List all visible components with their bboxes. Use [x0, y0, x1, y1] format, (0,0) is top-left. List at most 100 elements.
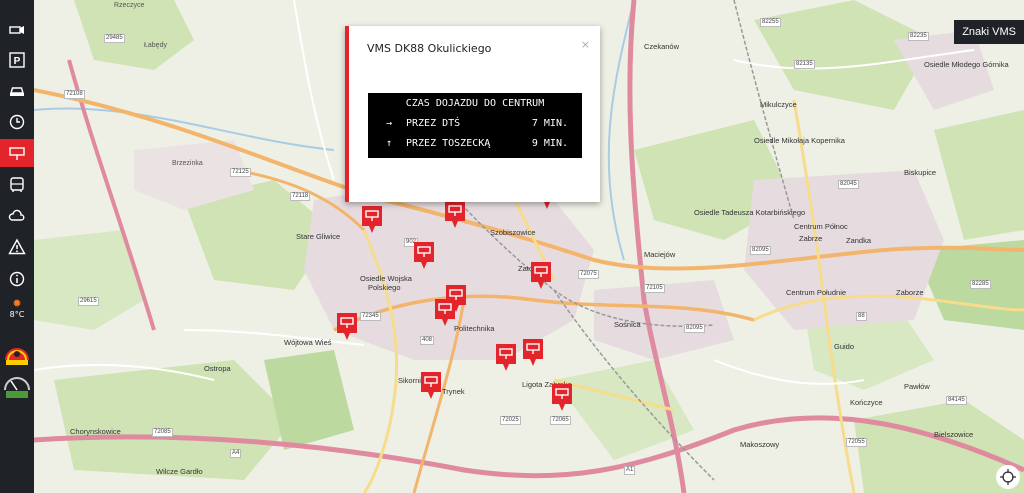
road-number: 72085	[152, 428, 173, 437]
road-number: 72065	[550, 416, 571, 425]
popup-title: VMS DK88 Okulickiego	[367, 42, 492, 55]
place-label: Makoszowy	[740, 440, 780, 449]
road-number: 82135	[794, 60, 815, 69]
vms-popup: VMS DK88 Okulickiego × CZAS DOJAZDU DO C…	[345, 26, 600, 202]
place-label: Polskiego	[368, 283, 401, 292]
place-label: Maciejów	[644, 250, 676, 259]
road-number: 29485	[104, 34, 125, 43]
camera-icon	[9, 26, 24, 34]
vms-marker[interactable]	[552, 384, 572, 412]
place-label: Sośnica	[614, 320, 641, 329]
warning-icon	[8, 238, 26, 255]
traffic-button[interactable]	[0, 77, 34, 105]
place-label: Bielszowice	[934, 430, 974, 439]
place-label: Centrum Północ	[794, 222, 848, 231]
vms-marker[interactable]	[421, 372, 441, 400]
road-number: 82235	[908, 32, 929, 41]
temperature: 8°C	[9, 310, 25, 319]
vms-header: CZAS DOJAZDU DO CENTRUM	[405, 98, 545, 109]
weather-icon	[8, 209, 25, 221]
vms-route: PRZEZ TOSZECKĄ	[406, 138, 491, 149]
svg-text:P: P	[14, 56, 21, 67]
road-number: 72345	[360, 312, 381, 321]
road-number: 88	[856, 312, 867, 321]
traffic-gauge-icon[interactable]	[3, 372, 31, 400]
road-number: 84145	[946, 396, 967, 405]
road-number: 408	[420, 336, 435, 345]
road-number: A1	[624, 466, 636, 475]
vms-board-display: CZAS DOJAZDU DO CENTRUM → PRZEZ DTŚ 7 MI…	[368, 93, 582, 158]
air-quality-gauge-icon[interactable]	[3, 340, 31, 368]
arrow-right-icon: →	[386, 118, 393, 129]
road-number: 72118	[290, 192, 311, 201]
road-number: A4	[230, 449, 242, 458]
vms-marker[interactable]	[337, 313, 357, 341]
sidebar: P ✹ 8°C	[0, 0, 34, 493]
road-number: 82285	[970, 280, 991, 289]
place-label: Łabędy	[144, 42, 167, 49]
road-number: 72025	[500, 416, 521, 425]
place-label: Stare Gliwice	[296, 232, 341, 241]
road-number: 72125	[230, 168, 251, 177]
place-label: Brzezinka	[172, 160, 203, 167]
crosshair-icon	[1000, 469, 1016, 485]
camera-button[interactable]	[0, 16, 34, 44]
vms-row: → PRZEZ DTŚ 7 MIN.	[368, 115, 582, 133]
alerts-button[interactable]	[0, 233, 34, 261]
place-label: Rzeczyce	[114, 2, 145, 9]
place-label: Zabrze	[799, 234, 823, 243]
place-label: Wójtowa Wieś	[284, 338, 332, 347]
place-label: Szobiszowice	[490, 228, 536, 237]
vms-route: PRZEZ DTŚ	[406, 118, 461, 129]
place-label: Trynek	[442, 387, 465, 396]
vms-marker[interactable]	[523, 339, 543, 367]
place-label: Zaborze	[896, 288, 924, 297]
vms-marker[interactable]	[414, 242, 434, 270]
bus-icon	[10, 177, 24, 192]
travel-time-button[interactable]	[0, 108, 34, 136]
place-label: Mikulczyce	[760, 100, 797, 109]
vms-row: ↑ PRZEZ TOSZECKĄ 9 MIN.	[368, 135, 582, 153]
road-number: 72108	[64, 90, 85, 99]
place-label: Guido	[834, 342, 855, 351]
vms-marker[interactable]	[496, 344, 516, 372]
info-button[interactable]	[0, 265, 34, 293]
road-number: 29615	[78, 297, 99, 306]
place-label: Osiedle Tadeusza Kotarbińskiego	[694, 208, 806, 217]
road-number: 72075	[578, 270, 599, 279]
parking-icon: P	[9, 52, 25, 68]
place-label: Chorynskowice	[70, 427, 121, 436]
place-label: Politechnika	[454, 324, 495, 333]
vms-marker[interactable]	[362, 206, 382, 234]
car-icon	[10, 87, 24, 96]
vms-marker[interactable]	[445, 201, 465, 229]
place-label: Czekanów	[644, 42, 680, 51]
place-label: Wilcze Gardło	[156, 467, 203, 476]
vms-sign-icon	[9, 147, 25, 160]
road-number: 82255	[760, 18, 781, 27]
weather-button[interactable]	[0, 202, 34, 230]
place-label: Centrum Południe	[786, 288, 847, 297]
close-icon[interactable]: ×	[581, 38, 590, 51]
road-number: 82045	[838, 180, 859, 189]
vms-marker[interactable]	[531, 262, 551, 290]
road-number: 72055	[846, 438, 867, 447]
place-label: Osiedle Wojska	[360, 274, 412, 283]
vms-time: 9 MIN.	[531, 138, 568, 149]
place-label: Biskupice	[904, 168, 937, 177]
road-number: 82095	[750, 246, 771, 255]
parking-button[interactable]: P	[0, 46, 34, 74]
arrow-up-icon: ↑	[386, 138, 393, 149]
road-number: 82095	[684, 324, 705, 333]
vms-button[interactable]	[0, 139, 34, 167]
place-label: Osiedle Młodego Górnika	[924, 60, 1009, 69]
vms-marker[interactable]	[435, 299, 455, 327]
weather-widget[interactable]: ✹ 8°C	[0, 297, 34, 320]
info-icon	[9, 271, 25, 287]
locate-button[interactable]	[996, 465, 1020, 489]
sun-icon: ✹	[12, 297, 22, 310]
public-transport-button[interactable]	[0, 171, 34, 199]
place-label: Kończyce	[850, 398, 883, 407]
place-label: Osiedle Mikołaja Kopernika	[754, 136, 845, 145]
place-label: Zandka	[846, 236, 872, 245]
